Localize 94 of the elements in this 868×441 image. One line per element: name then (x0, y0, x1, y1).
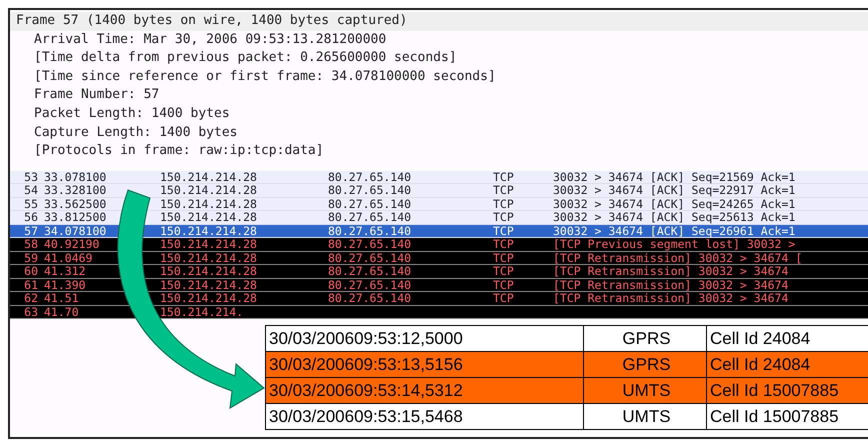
packet-cell-text: 150.214.214.28 (160, 224, 258, 238)
packet-cell-text: 59 (23, 252, 39, 264)
packet-cell-text: [TCP Retransmission] 30032 > 34674 (553, 292, 790, 305)
packet-cell-text: 80.27.65.140 (328, 198, 412, 210)
packet-cell-text: TCP (493, 198, 515, 210)
packet-cell-text: 150.214.214. (160, 306, 244, 318)
packet-cell-text: 62 (23, 292, 39, 305)
packet-cell-text: 150.214.214.28 (160, 252, 258, 264)
packet-row[interactable]: 61 41.390 150.214.214.28 80.27.65.140 TCP [TCP Retransmission] 30032 > 34674 (10, 278, 868, 292)
packet-row[interactable]: 62 41.51 150.214.214.28 80.27.65.140 TCP [TCP Retransmission] 30032 > 34674 (10, 292, 868, 306)
packet-cell-text: 41.390 (44, 278, 87, 292)
packet-cell-text: 150.214.214.28 (160, 170, 258, 184)
packet-cell-text: [TCP Retransmission] 30032 > 34674 (553, 265, 790, 278)
packet-cell-text: 150.214.214.28 (160, 198, 258, 210)
packet-cell-text: 33.562500 (44, 198, 108, 210)
packet-cell-text: 80.27.65.140 (328, 184, 412, 197)
packet-cell-text: 33.078100 (44, 170, 108, 184)
packet-cell-text: TCP (493, 170, 515, 184)
packet-cell-text: 80.27.65.140 (328, 292, 412, 305)
frame-detail-line: [Time since reference or first frame: 34.078100000 seconds] (33, 68, 497, 86)
packet-cell-text: TCP (493, 265, 515, 278)
packet-cell-text: TCP (493, 224, 515, 238)
packet-cell-text: TCP (493, 184, 515, 197)
packet-cell-text: 80.27.65.140 (328, 211, 412, 224)
packet-cell-text: 30032 > 34674 [ACK] Seq=24265 Ack=1 (553, 198, 796, 210)
network-cell: UMTS (584, 378, 707, 403)
packet-cell-text: 150.214.214.28 (160, 292, 258, 305)
frame-detail-line: Packet Length: 1400 bytes (33, 104, 231, 123)
cell-id-cell-text: Cell Id 15007885 (709, 406, 840, 428)
packet-cell-text: TCP (493, 211, 515, 224)
network-cell: UMTS (584, 404, 707, 429)
network-cell: GPRS (584, 326, 707, 351)
cell-id-cell: Cell Id 24084 (707, 352, 868, 377)
packet-cell-text: [TCP Previous segment lost] 30032 > (553, 238, 796, 251)
packet-cell-text: 56 (23, 211, 39, 224)
packet-cell-text: [TCP Retransmission] 30032 > 34674 (553, 278, 790, 292)
network-cell: GPRS (584, 352, 707, 377)
packet-cell-text: 41.51 (44, 292, 80, 305)
packet-cell-text: 57 (23, 224, 39, 238)
packet-cell-text: 41.312 (44, 265, 87, 278)
frame-detail-line: [Protocols in frame: raw:ip:tcp:data] (33, 142, 325, 160)
frame-detail-line: Capture Length: 1400 bytes (33, 124, 238, 142)
frame-detail-line: Arrival Time: Mar 30, 2006 09:53:13.281200000 (33, 30, 388, 49)
packet-cell-text: 30032 > 34674 [ACK] Seq=25613 Ack=1 (553, 211, 796, 224)
frame-summary[interactable]: Frame 57 (1400 bytes on wire, 1400 bytes captured) (10, 12, 868, 31)
packet-cell-text: TCP (493, 292, 515, 305)
timestamp-cell: 30/03/200609:53:13,5156 (266, 352, 584, 377)
packet-cell-text: 30032 > 34674 [ACK] Seq=26961 Ack=1 (553, 224, 796, 238)
timestamp-cell: 30/03/200609:53:12,5000 (266, 326, 584, 351)
cell-id-cell: Cell Id 15007885 (707, 378, 868, 403)
packet-row[interactable]: 59 41.0469 150.214.214.28 80.27.65.140 TCP [TCP Retransmission] 30032 > 34674 [ (10, 252, 868, 266)
packet-cell-text: 150.214.214.28 (160, 278, 258, 292)
packet-cell-text: TCP (493, 278, 515, 292)
packet-cell-text: 80.27.65.140 (328, 238, 412, 251)
packet-cell-text: 80.27.65.140 (328, 265, 412, 278)
packet-cell-text: 80.27.65.140 (328, 170, 412, 184)
packet-cell-text: 34.078100 (44, 224, 108, 238)
packet-cell-text: TCP (493, 238, 515, 251)
packet-row[interactable]: 53 33.078100 150.214.214.28 80.27.65.140 TCP 30032 > 34674 [ACK] Seq=21569 Ack=1 (10, 170, 868, 184)
packet-cell-text: 53 (23, 170, 39, 184)
packet-cell-text: 150.214.214.28 (160, 265, 258, 278)
packet-cell-text: 33.812500 (44, 211, 108, 224)
packet-cell-text: 54 (23, 184, 39, 197)
packet-cell-text: 80.27.65.140 (328, 252, 412, 264)
packet-cell-text: 60 (23, 265, 39, 278)
packet-cell-text: 80.27.65.140 (328, 278, 412, 292)
packet-row[interactable]: 55 33.562500 150.214.214.28 80.27.65.140 TCP 30032 > 34674 [ACK] Seq=24265 Ack=1 (10, 198, 868, 212)
packet-cell-text: [TCP Retransmission] 30032 > 34674 [ (553, 252, 804, 264)
packet-cell-text: TCP (493, 252, 515, 264)
packet-row[interactable]: 60 41.312 150.214.214.28 80.27.65.140 TCP [TCP Retransmission] 30032 > 34674 (10, 265, 868, 279)
packet-cell-text: 33.328100 (44, 184, 108, 197)
packet-cell-text: 55 (23, 198, 39, 210)
packet-cell-text: 80.27.65.140 (328, 224, 412, 238)
packet-row[interactable]: 57 34.078100 150.214.214.28 80.27.65.140 TCP 30032 > 34674 [ACK] Seq=26961 Ack=1 (10, 224, 868, 238)
packet-cell-text: 30032 > 34674 [ACK] Seq=22917 Ack=1 (553, 184, 796, 197)
packet-row[interactable]: 63 41.70 150.214.214. (10, 306, 868, 320)
cell-id-cell-text: Cell Id 24084 (709, 328, 812, 350)
packet-row[interactable]: 54 33.328100 150.214.214.28 80.27.65.140 TCP 30032 > 34674 [ACK] Seq=22917 Ack=1 (10, 184, 868, 198)
packet-cell-text: 40.92190 (44, 238, 100, 251)
packet-cell-text: 61 (23, 278, 39, 292)
packet-cell-text: 150.214.214.28 (160, 211, 258, 224)
packet-cell-text: 30032 > 34674 [ACK] Seq=21569 Ack=1 (553, 170, 796, 184)
packet-cell-text: 150.214.214.28 (160, 238, 258, 251)
packet-row[interactable]: 56 33.812500 150.214.214.28 80.27.65.140 TCP 30032 > 34674 [ACK] Seq=25613 Ack=1 (10, 211, 868, 225)
packet-cell-text: 58 (23, 238, 39, 251)
packet-cell-text: 150.214.214.28 (160, 184, 258, 197)
packet-row[interactable]: 58 40.92190 150.214.214.28 80.27.65.140 TCP [TCP Previous segment lost] 30032 > (10, 238, 868, 252)
timestamp-cell: 30/03/200609:53:14,5312 (266, 378, 584, 403)
timestamp-cell: 30/03/200609:53:15,5468 (266, 404, 584, 429)
frame-detail-line: Frame Number: 57 (33, 86, 160, 104)
packet-cell-text: 63 (23, 306, 39, 318)
packet-cell-text: 41.70 (44, 306, 80, 318)
packet-cell-text: 41.0469 (44, 252, 94, 264)
frame-detail-line: [Time delta from previous packet: 0.265600000 seconds] (33, 49, 458, 68)
